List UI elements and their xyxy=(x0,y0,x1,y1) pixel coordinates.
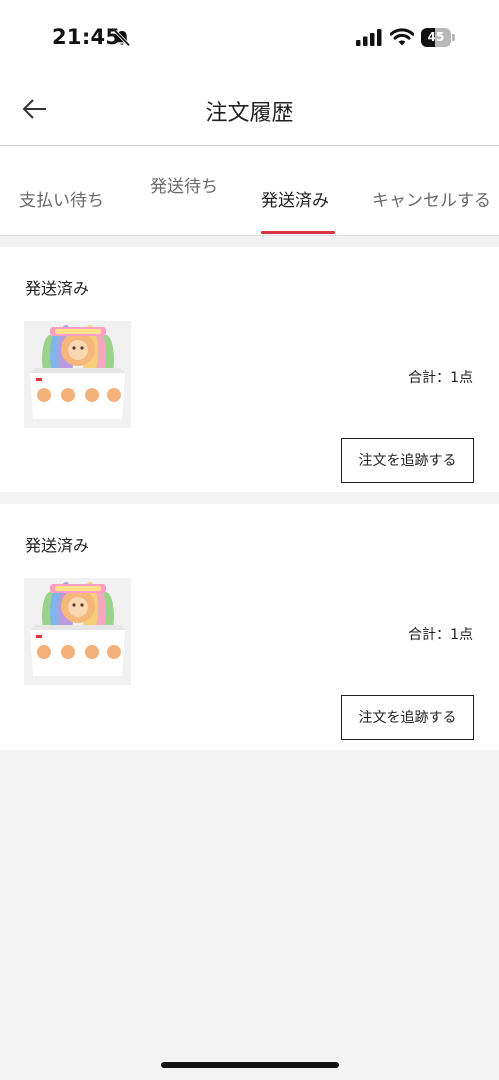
product-box-image xyxy=(24,321,131,428)
battery-icon: 45 xyxy=(421,28,455,47)
product-box-image xyxy=(24,578,131,685)
active-tab-indicator xyxy=(261,231,335,234)
order-status: 発送済み xyxy=(25,536,90,555)
tab-cancelled[interactable]: キャンセルする xyxy=(372,186,491,211)
product-thumbnail[interactable] xyxy=(24,578,131,685)
order-total: 合計：1点 xyxy=(408,627,473,643)
header-divider xyxy=(0,145,499,146)
tab-awaiting-payment[interactable]: 支払い待ち xyxy=(19,186,104,211)
battery-percent: 45 xyxy=(427,30,445,44)
product-thumbnail[interactable] xyxy=(24,321,131,428)
cellular-signal-icon xyxy=(356,29,382,46)
order-total: 合計：1点 xyxy=(408,370,473,386)
bell-muted-icon xyxy=(114,29,131,47)
track-order-button[interactable]: 注文を追跡する xyxy=(341,438,474,483)
page-title: 注文履歴 xyxy=(205,101,294,126)
wifi-icon xyxy=(390,28,414,46)
top-area: 21:45 45 注文履歴 支払い待ち 発送待ち 発送済み キャンセルする xyxy=(0,0,499,236)
order-status: 発送済み xyxy=(25,279,90,298)
order-card: 発送済み 合計：1点 注文を追跡する xyxy=(0,247,499,492)
track-order-button[interactable]: 注文を追跡する xyxy=(341,695,474,740)
tab-shipped[interactable]: 発送済み xyxy=(261,186,329,211)
tabs-divider xyxy=(0,235,499,236)
tab-awaiting-shipment[interactable]: 発送待ち xyxy=(150,172,218,197)
home-indicator[interactable] xyxy=(161,1062,339,1068)
status-time: 21:45 xyxy=(52,25,121,49)
order-card: 発送済み 合計：1点 注文を追跡する xyxy=(0,504,499,750)
